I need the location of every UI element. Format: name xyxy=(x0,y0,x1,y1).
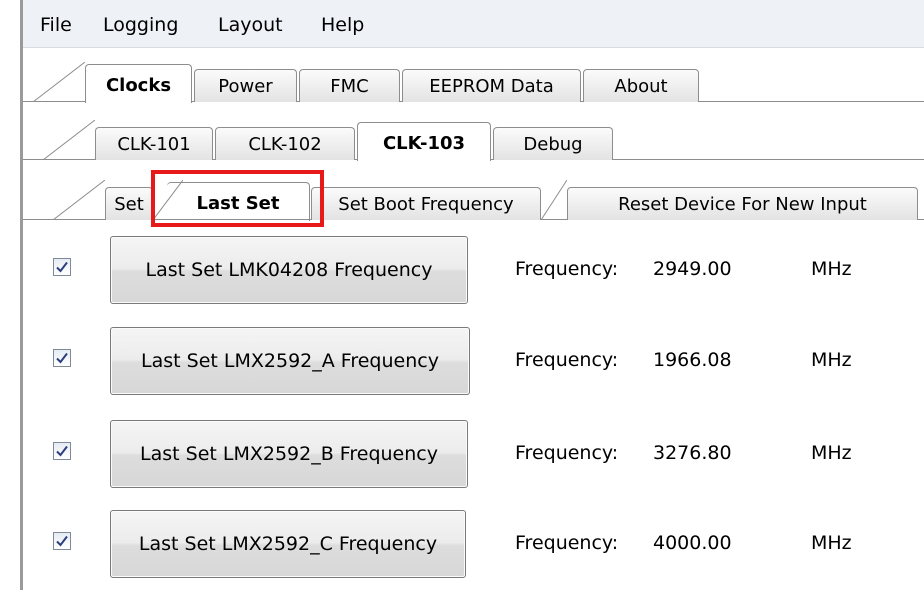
tab-set-boot-frequency[interactable]: Set Boot Frequency xyxy=(311,187,541,220)
tab-power[interactable]: Power xyxy=(194,69,297,102)
tab-clocks[interactable]: Clocks xyxy=(85,64,192,103)
tab-fmc[interactable]: FMC xyxy=(299,69,400,102)
row-checkbox[interactable] xyxy=(53,258,71,276)
tab-reset-device-for-new-input[interactable]: Reset Device For New Input xyxy=(567,187,918,220)
frequency-value: 1966.08 xyxy=(653,349,732,371)
tab-slant-edge xyxy=(43,120,95,160)
last-set-lmx2592-b-button[interactable]: Last Set LMX2592_B Frequency xyxy=(110,420,468,488)
list-item: Last Set LMX2592_B Frequency Frequency: … xyxy=(23,420,924,490)
tab-clk-102[interactable]: CLK-102 xyxy=(215,127,355,160)
frequency-unit: MHz xyxy=(811,442,852,464)
list-item: Last Set LMX2592_C Frequency Frequency: … xyxy=(23,510,924,580)
last-set-lmx2592-c-button[interactable]: Last Set LMX2592_C Frequency xyxy=(110,510,466,578)
row-checkbox[interactable] xyxy=(53,349,71,367)
frequency-unit: MHz xyxy=(811,258,852,280)
app-window: File Logging Layout Help Clocks Power FM… xyxy=(0,0,924,590)
menu-layout[interactable]: Layout xyxy=(218,14,283,36)
row-checkbox[interactable] xyxy=(53,442,71,460)
tab-eeprom-data[interactable]: EEPROM Data xyxy=(402,69,581,102)
row-checkbox[interactable] xyxy=(53,532,71,550)
tab-slant-edge xyxy=(541,180,567,220)
frequency-label: Frequency: xyxy=(515,532,619,554)
frequency-unit: MHz xyxy=(811,349,852,371)
tab-clk-103[interactable]: CLK-103 xyxy=(357,122,491,161)
tab-slant-edge xyxy=(33,62,85,102)
main-tab-bar: Clocks Power FMC EEPROM Data About xyxy=(23,62,924,103)
menu-help[interactable]: Help xyxy=(321,14,364,36)
checkmark-icon xyxy=(56,352,68,364)
frequency-label: Frequency: xyxy=(515,349,619,371)
menu-logging[interactable]: Logging xyxy=(103,14,178,36)
last-set-lmx2592-a-button[interactable]: Last Set LMX2592_A Frequency xyxy=(110,327,470,395)
tab-slant-edge xyxy=(53,180,105,220)
frequency-label: Frequency: xyxy=(515,442,619,464)
tab-about[interactable]: About xyxy=(583,69,699,102)
menu-bar: File Logging Layout Help xyxy=(23,0,924,48)
frequency-value: 2949.00 xyxy=(653,258,732,280)
menu-file[interactable]: File xyxy=(40,14,72,36)
tab-debug[interactable]: Debug xyxy=(493,127,613,160)
list-item: Last Set LMK04208 Frequency Frequency: 2… xyxy=(23,236,924,306)
clock-tab-bar: CLK-101 CLK-102 CLK-103 Debug xyxy=(23,120,924,161)
list-item: Last Set LMX2592_A Frequency Frequency: … xyxy=(23,327,924,397)
frequency-label: Frequency: xyxy=(515,258,619,280)
checkmark-icon xyxy=(56,445,68,457)
checkmark-icon xyxy=(56,261,68,273)
highlight-annotation-box xyxy=(151,170,324,227)
last-set-lmk04208-button[interactable]: Last Set LMK04208 Frequency xyxy=(110,236,468,304)
frequency-value: 4000.00 xyxy=(653,532,732,554)
frequency-unit: MHz xyxy=(811,532,852,554)
frequency-value: 3276.80 xyxy=(653,442,732,464)
checkmark-icon xyxy=(56,535,68,547)
tab-set[interactable]: Set xyxy=(105,187,153,220)
tab-clk-101[interactable]: CLK-101 xyxy=(95,127,213,160)
